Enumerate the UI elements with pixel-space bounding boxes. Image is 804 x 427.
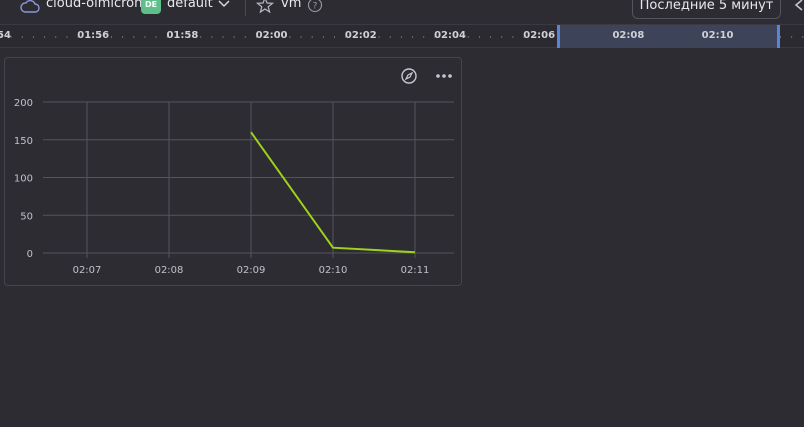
timeline-label: 01:56 [77,30,110,41]
top-bar: cloud-olmicron DE default vm ? Последние… [0,0,804,24]
timeline-label: 02:08 [612,30,645,41]
y-tick-label: 100 [14,174,33,185]
x-tick-label: 02:07 [73,265,102,276]
chart-widget: 0 50 100 150 200 02:07 02:08 02:09 02:10 02:11 [4,57,462,286]
timeline-label: 02:04 [434,30,466,41]
timeline-label: 02:06 [523,30,556,41]
timeline[interactable]: 54 01:56 01:58 02:00 02:02 02:04 02:06 02:08 02:… [0,24,804,48]
x-tick-label: 02:08 [155,265,184,276]
help-icon[interactable]: ? [307,0,323,13]
y-tick-label: 200 [14,98,33,109]
timeline-label: 01:58 [166,30,199,41]
timeline-label: 02:02 [344,30,377,41]
folder-name[interactable]: default [167,0,213,11]
chevron-left-icon[interactable] [793,0,804,12]
timeline-label: 02:00 [255,30,288,41]
cloud-icon [20,0,40,13]
chevron-down-icon[interactable] [217,0,231,10]
time-range-button[interactable]: Последние 5 минут [632,0,781,19]
timeline-label: 54 [0,30,11,41]
cloud-name[interactable]: cloud-olmicron [46,0,142,11]
timeline-label: 02:10 [701,30,734,41]
folder-badge: DE [141,0,161,14]
line-chart: 0 50 100 150 200 02:07 02:08 02:09 02:10 02:11 [14,98,454,276]
x-tick-label: 02:10 [319,265,348,276]
x-tick-label: 02:09 [237,265,266,276]
svg-text:?: ? [313,2,318,12]
y-tick-label: 50 [20,211,33,222]
y-tick-label: 150 [14,136,33,147]
divider [245,0,246,16]
star-icon[interactable] [256,0,274,14]
service-name: vm [281,0,302,11]
x-tick-label: 02:11 [401,265,430,276]
y-tick-label: 0 [27,249,33,260]
timeline-selection[interactable] [557,25,780,48]
